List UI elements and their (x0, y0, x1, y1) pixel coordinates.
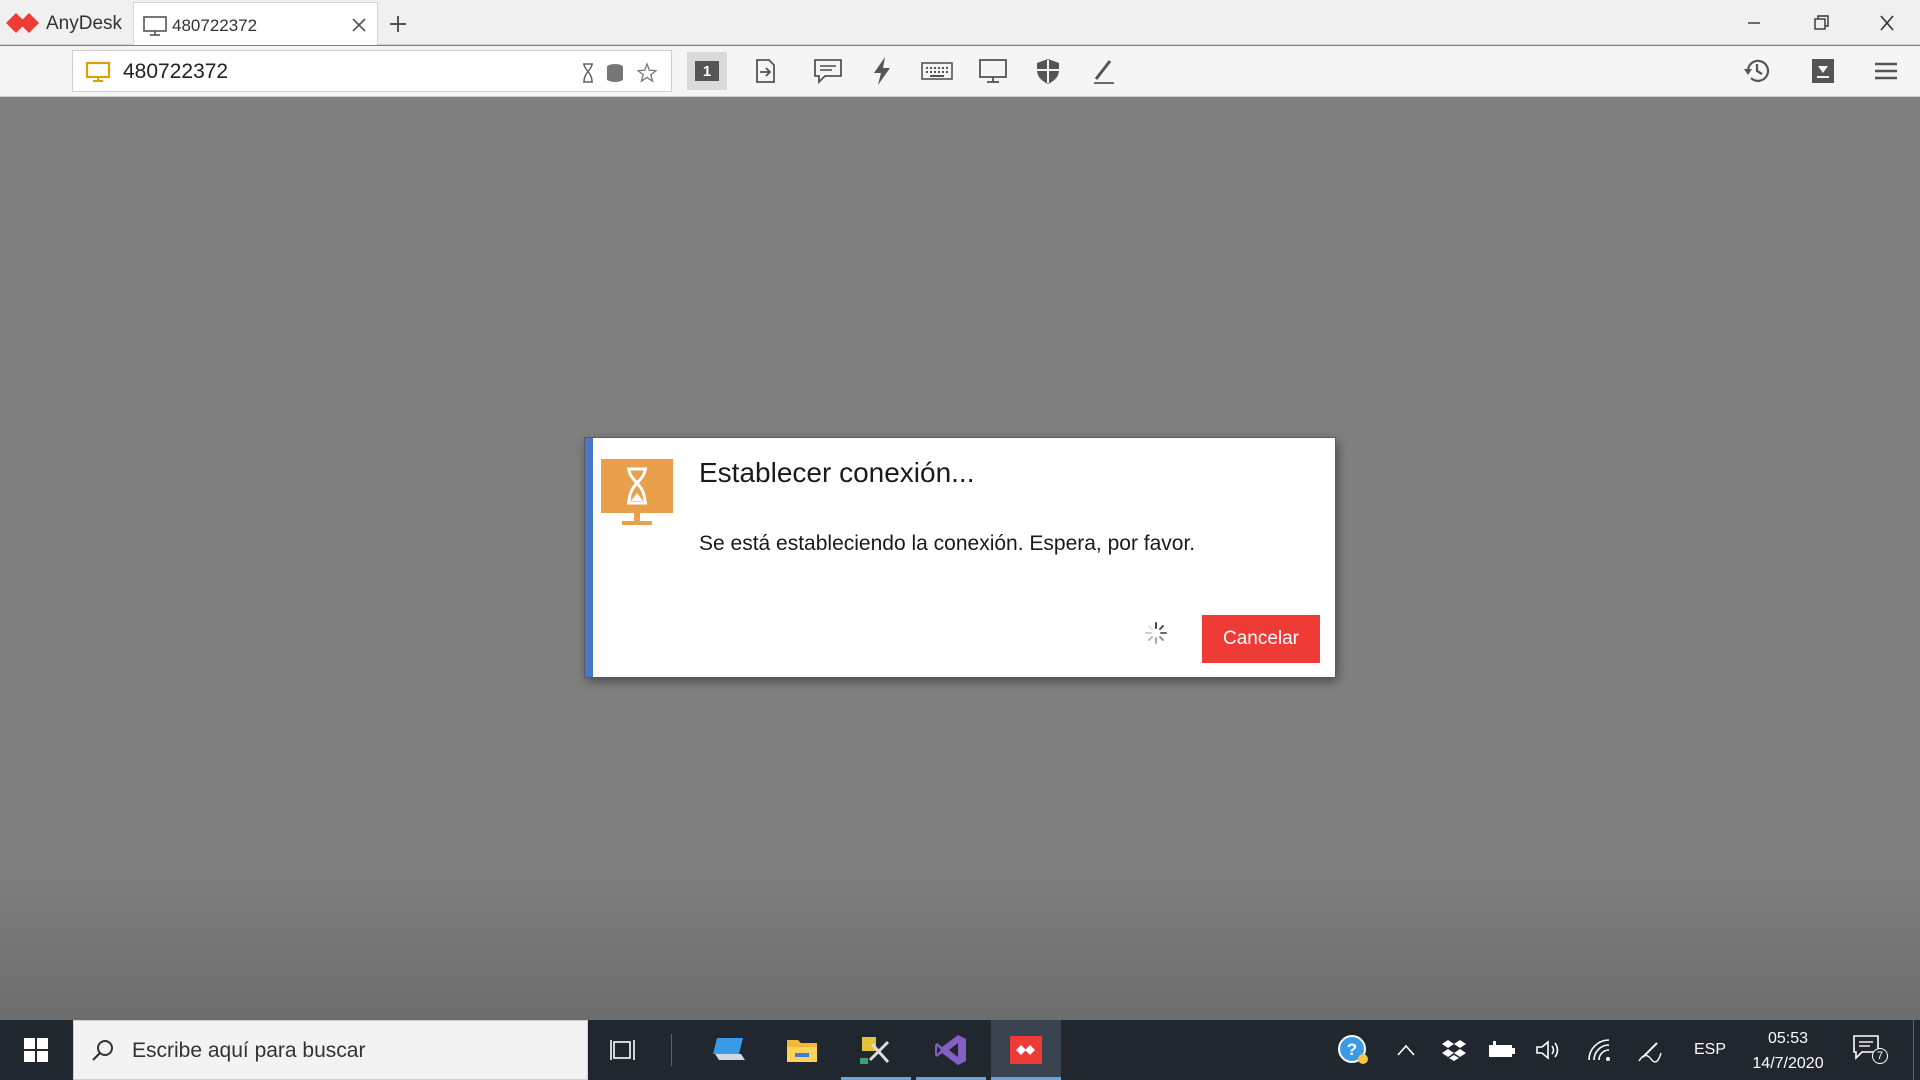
show-hidden-icons-button[interactable] (1392, 1034, 1420, 1066)
wifi-icon (1588, 1039, 1610, 1061)
clock[interactable]: 05:53 14/7/2020 (1744, 1026, 1832, 1076)
windows-logo-icon (24, 1038, 48, 1062)
anydesk-logo-icon (6, 13, 39, 33)
taskbar-search-box[interactable]: Escribe aquí para buscar (73, 1020, 588, 1080)
battery-tray[interactable] (1485, 1034, 1519, 1066)
monitor-icon (979, 59, 1007, 83)
windows-taskbar: Escribe aquí para buscar ? ESP 05:53 14/… (0, 1020, 1920, 1080)
file-explorer-app[interactable] (767, 1020, 837, 1080)
session-toolbar: 1 (0, 46, 1920, 97)
lightning-icon (874, 57, 890, 85)
main-menu-button[interactable] (1866, 52, 1906, 90)
install-icon (1812, 59, 1834, 83)
permissions-button[interactable] (1028, 52, 1068, 90)
restore-icon[interactable] (1797, 8, 1845, 38)
dropbox-icon (1442, 1040, 1466, 1061)
task-view-button[interactable] (588, 1020, 658, 1080)
start-button[interactable] (0, 1020, 72, 1080)
pen-workspace-icon (1638, 1042, 1662, 1063)
tools-icon (860, 1037, 890, 1064)
this-pc-icon (713, 1038, 745, 1060)
favorite-star-icon[interactable] (637, 62, 657, 84)
tab-label: 480722372 (172, 16, 258, 35)
volume-icon (1536, 1040, 1559, 1060)
clock-date: 14/7/2020 (1752, 1055, 1824, 1072)
connecting-desktop-icon (601, 459, 673, 525)
action-center-button[interactable]: 7 (1852, 1034, 1888, 1066)
dialog-message: Se está estableciendo la conexión. Esper… (699, 532, 1196, 555)
minimize-icon[interactable] (1730, 8, 1778, 38)
keyboard-button[interactable] (917, 52, 957, 90)
chat-icon (814, 59, 842, 85)
pen-tray[interactable] (1634, 1034, 1666, 1066)
file-explorer-icon (787, 1040, 817, 1062)
taskbar-divider (671, 1034, 672, 1066)
battery-icon (1489, 1041, 1515, 1057)
search-placeholder: Escribe aquí para buscar (132, 1039, 366, 1062)
loading-spinner-icon (1145, 622, 1167, 644)
display-button[interactable]: 1 (687, 52, 727, 90)
volume-tray[interactable] (1533, 1034, 1565, 1066)
this-pc-app[interactable] (694, 1020, 764, 1080)
tools-app[interactable] (841, 1020, 911, 1080)
cancel-button[interactable]: Cancelar (1202, 615, 1320, 663)
address-bar[interactable] (72, 50, 672, 92)
dropbox-tray[interactable] (1439, 1034, 1469, 1066)
wifi-tray[interactable] (1583, 1034, 1615, 1066)
history-button[interactable] (1737, 52, 1777, 90)
search-icon (92, 1040, 113, 1061)
visual-studio-icon (935, 1035, 966, 1065)
shield-icon (1037, 59, 1059, 84)
connection-dialog: Establecer conexión... Se está estableci… (585, 438, 1335, 677)
desktop-status-icon (85, 61, 111, 82)
show-desktop-button[interactable] (1913, 1020, 1920, 1080)
clock-time: 05:53 (1767, 1030, 1809, 1047)
help-icon: ? (1338, 1035, 1368, 1064)
actions-button[interactable] (862, 52, 902, 90)
task-view-icon (610, 1040, 635, 1060)
file-transfer-button[interactable] (745, 52, 785, 90)
address-input[interactable] (123, 57, 503, 87)
visual-studio-app[interactable] (916, 1020, 986, 1080)
database-icon[interactable] (605, 62, 625, 84)
transfer-icon (756, 59, 775, 83)
view-mode-button[interactable] (973, 52, 1013, 90)
pen-icon (1094, 60, 1114, 84)
hamburger-menu-icon (1875, 62, 1897, 80)
app-name: AnyDesk (46, 13, 123, 34)
notification-count-badge: 7 (1872, 1048, 1888, 1064)
keyboard-icon (921, 62, 953, 80)
whiteboard-button[interactable] (1084, 52, 1124, 90)
install-button[interactable] (1803, 52, 1843, 90)
monitor-icon (143, 16, 167, 36)
display-number: 1 (702, 62, 712, 80)
history-icon (1744, 59, 1770, 82)
title-bar: AnyDesk 480722372 (0, 0, 1920, 45)
hourglass-icon (583, 63, 593, 83)
tab-remote-session[interactable]: 480722372 (133, 2, 378, 45)
anydesk-app[interactable] (991, 1020, 1061, 1080)
close-tab-icon[interactable] (349, 15, 369, 35)
add-tab-icon[interactable] (386, 12, 410, 36)
svg-text:?: ? (1347, 1040, 1357, 1059)
anydesk-icon (1010, 1036, 1042, 1064)
dialog-title: Establecer conexión... (699, 457, 975, 488)
help-tray-button[interactable]: ? (1336, 1034, 1372, 1066)
chat-button[interactable] (808, 52, 848, 90)
close-window-icon[interactable] (1863, 8, 1911, 38)
language-indicator[interactable]: ESP (1690, 1034, 1730, 1066)
chevron-up-icon (1397, 1044, 1415, 1056)
